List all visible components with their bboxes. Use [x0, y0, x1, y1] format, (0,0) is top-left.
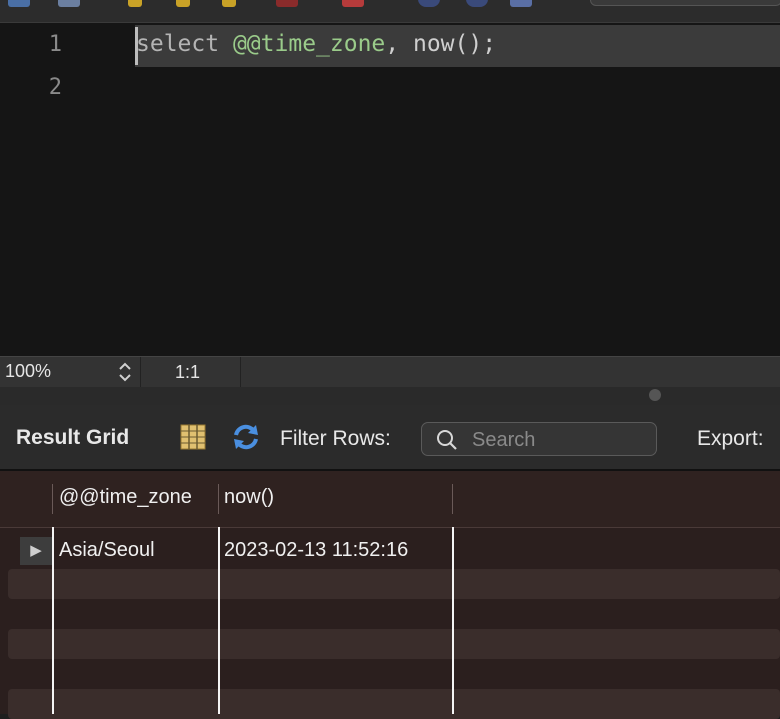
column-divider [452, 484, 453, 514]
grid-layout-icon[interactable] [180, 424, 206, 450]
zoom-stepper[interactable] [116, 359, 134, 385]
table-cell[interactable]: Asia/Seoul [59, 539, 155, 562]
sql-separator: , [385, 31, 413, 57]
table-row[interactable] [8, 569, 780, 599]
table-row[interactable] [8, 629, 780, 659]
text-caret [135, 27, 138, 65]
editor-status-bar: 100% 1:1 [0, 356, 780, 387]
export-label: Export: [697, 427, 764, 450]
commit-icon[interactable] [418, 0, 440, 7]
column-divider [218, 527, 220, 714]
filter-search-input[interactable] [472, 428, 647, 452]
cursor-position: 1:1 [175, 362, 201, 382]
grid-header: @@time_zone now() [0, 471, 780, 528]
autocommit-icon[interactable] [510, 0, 532, 7]
rollback-icon[interactable] [466, 0, 488, 7]
filter-rows-label: Filter Rows: [280, 427, 391, 450]
sql-editor[interactable]: 1 2 select @@time_zone, now(); [0, 23, 780, 356]
sql-variable: @@time_zone [232, 31, 386, 57]
filter-search-box[interactable] [421, 422, 657, 456]
column-divider [52, 527, 54, 714]
result-grid-tab[interactable]: Result Grid [16, 426, 129, 450]
sql-function: now(); [412, 31, 497, 57]
column-header[interactable]: @@time_zone [59, 486, 192, 509]
splitter-handle[interactable] [649, 389, 661, 401]
explain-icon[interactable] [222, 0, 236, 7]
column-divider [218, 484, 219, 514]
line-number: 1 [48, 32, 62, 57]
search-icon [437, 430, 457, 450]
sql-keyword: select [136, 31, 220, 57]
chevron-up-down-icon [119, 362, 131, 382]
row-pointer-icon: ▶ [20, 537, 52, 565]
result-grid: @@time_zone now() ▶ Asia/Seoul 2023-02-1… [0, 471, 780, 719]
zoom-level: 100% [5, 361, 52, 381]
refresh-icon[interactable] [230, 421, 262, 453]
table-cell[interactable]: 2023-02-13 11:52:16 [224, 539, 408, 562]
toolbar-icon[interactable] [8, 0, 30, 7]
execute-icon[interactable] [128, 0, 142, 7]
column-divider [52, 484, 53, 514]
toolbar-icon[interactable] [58, 0, 80, 7]
line-number: 2 [48, 75, 62, 100]
column-header[interactable]: now() [224, 486, 274, 509]
status-divider [140, 357, 141, 387]
status-divider [240, 357, 241, 387]
result-toolbar: Result Grid Filter Rows: Export: [0, 405, 780, 471]
execute-selection-icon[interactable] [176, 0, 190, 7]
table-row[interactable] [8, 689, 780, 719]
stop-icon[interactable] [276, 0, 298, 7]
main-toolbar [0, 0, 780, 23]
toolbar-search[interactable] [590, 0, 780, 6]
column-divider [452, 527, 454, 714]
pane-splitter[interactable] [0, 387, 780, 405]
toggle-icon[interactable] [342, 0, 364, 7]
code-line[interactable]: select @@time_zone, now(); [136, 31, 496, 57]
